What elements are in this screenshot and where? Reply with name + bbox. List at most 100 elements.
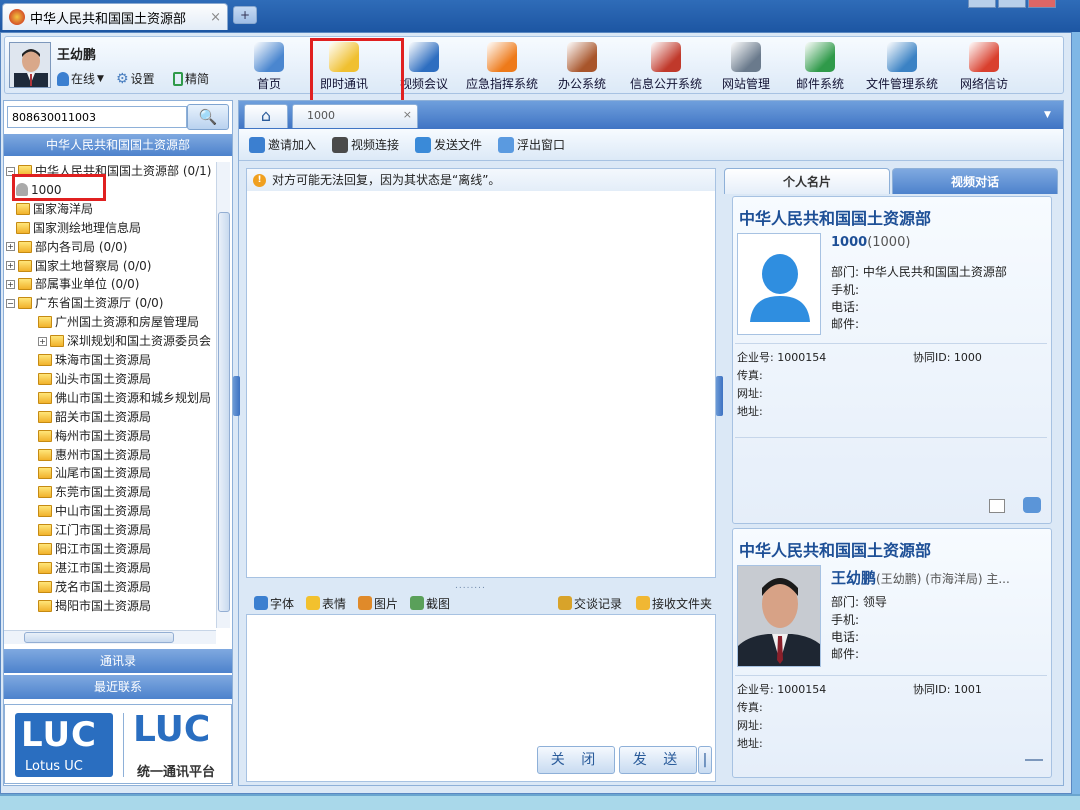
tree-node-label: 惠州市国土资源局 [55,447,152,462]
toolbar-button-2[interactable]: 视频会议 [400,40,448,92]
self-card-phone: 电话: [831,630,860,644]
card-name: 1000 [831,235,868,250]
folder-icon [38,599,52,612]
browser-tab[interactable]: 中华人民共和国国土资源部 × [2,3,228,30]
toolbar-button-1[interactable]: 即时通讯 [320,40,368,92]
maximize-button[interactable] [998,0,1026,8]
tree-contact[interactable]: 1000 [16,181,62,199]
expand-icon[interactable]: + [38,336,47,346]
font-tool-button[interactable]: 字体 [254,595,294,612]
screenshot-tool-button[interactable]: 截图 [410,595,450,612]
tree-folder[interactable]: + 部属事业单位 (0/0) [6,275,140,293]
search-button[interactable]: 🔍 [187,104,229,130]
history-tool-button[interactable]: 交谈记录 [557,595,622,612]
collapse-icon[interactable]: − [6,166,15,176]
tree-folder[interactable]: + 深圳规划和国土资源委员会 [38,332,211,350]
tree-folder[interactable]: − 广东省国土资源厅 (0/0) [6,294,164,312]
tree-folder[interactable]: 揭阳市国土资源局 [38,597,151,615]
tree-folder[interactable]: 中山市国土资源局 [38,502,151,520]
chevron-down-icon: ▼ [97,73,104,84]
close-window-button[interactable] [1028,0,1056,8]
toolbar-button-6[interactable]: 网站管理 [722,40,770,92]
left-collapse-handle[interactable] [233,376,240,416]
tree-folder[interactable]: 东莞市国土资源局 [38,483,151,501]
folder-icon [18,297,32,310]
website-icon [731,42,761,72]
splitter-handle[interactable]: ........ [455,581,486,591]
action-video-connect-button[interactable]: 视频连接 [332,136,399,153]
folder-icon [38,524,52,537]
tab-menu-chevron-icon[interactable]: ▼ [1044,110,1051,120]
toolbar-button-5[interactable]: 信息公开系统 [630,40,702,92]
edit-icon[interactable] [989,499,1005,513]
toolbar-button-7[interactable]: 邮件系统 [796,40,844,92]
tree-node-label: 中华人民共和国国土资源部 (0/1) [35,164,212,178]
scroll-thumb[interactable] [218,212,230,612]
tree-vertical-scrollbar[interactable] [216,162,230,628]
action-invite-button[interactable]: 邀请加入 [249,136,316,153]
tree-folder[interactable]: 佛山市国土资源和城乡规划局 [38,389,211,407]
toolbar-button-0[interactable]: 首页 [254,40,284,92]
expand-icon[interactable]: + [6,242,15,252]
scroll-thumb[interactable] [24,632,174,643]
tree-node-label: 江门市国土资源局 [55,523,152,538]
tree-folder[interactable]: 惠州市国土资源局 [38,446,151,464]
action-popout-window-button[interactable]: 浮出窗口 [498,136,565,153]
send-options-button[interactable]: | [698,746,712,774]
right-collapse-handle[interactable] [716,376,723,416]
expand-icon[interactable]: + [6,261,15,270]
tree-folder[interactable]: 阳江市国土资源局 [38,540,151,558]
toolbar-button-3[interactable]: 应急指挥系统 [466,40,538,92]
tree-folder[interactable]: 梅州市国土资源局 [38,427,151,445]
tree-folder[interactable]: 国家海洋局 [16,200,93,218]
contacts-sync-icon[interactable] [1023,497,1041,513]
font-icon [254,596,268,610]
user-avatar[interactable] [9,42,51,88]
collapse-icon[interactable]: − [6,298,15,308]
emoji-tool-button[interactable]: 表情 [306,595,346,612]
close-chat-button[interactable]: 关 闭 [537,746,615,774]
mail-globe-icon [805,42,835,72]
message-history[interactable] [246,168,716,578]
tree-folder[interactable]: + 部内各司局 (0/0) [6,238,128,256]
tree-folder[interactable]: 汕头市国土资源局 [38,370,151,388]
card-divider [735,437,1047,438]
search-input[interactable] [7,106,187,128]
minimize-button[interactable] [968,0,996,8]
tree-folder[interactable]: 珠海市国土资源局 [38,351,151,369]
close-tab-icon[interactable]: × [210,10,221,25]
collapse-card-icon[interactable] [1025,759,1043,761]
tree-folder[interactable]: 国家测绘地理信息局 [16,219,141,237]
send-file-icon [415,136,432,153]
tree-folder[interactable]: 湛江市国土资源局 [38,559,151,577]
close-icon[interactable]: × [403,108,412,121]
tab-video-chat[interactable]: 视频对话 [892,168,1058,194]
receive-folder-tool-button[interactable]: 接收文件夹 [635,595,712,612]
action-send-file-button[interactable]: 发送文件 [415,136,482,153]
expand-icon[interactable]: + [6,279,15,289]
user-icon [16,183,28,197]
tree-folder[interactable]: 茂名市国土资源局 [38,578,151,596]
toolbar-button-8[interactable]: 文件管理系统 [866,40,938,92]
tree-folder[interactable]: 韶关市国土资源局 [38,408,151,426]
contacts-tab[interactable]: 通讯录 [4,649,232,673]
tree-folder[interactable]: + 国家土地督察局 (0/0) [6,257,152,275]
toolbar-button-9[interactable]: 网络信访 [960,40,1008,92]
recent-contacts-tab[interactable]: 最近联系 [4,675,232,699]
toolbar-button-4[interactable]: 办公系统 [558,40,606,92]
tree-folder[interactable]: 汕尾市国土资源局 [38,464,151,482]
tree-horizontal-scrollbar[interactable] [4,630,216,644]
settings-button[interactable]: ⚙ 设置 [116,70,155,87]
tab-personal-card[interactable]: 个人名片 [724,168,890,194]
status-selector[interactable]: 在线 ▼ [57,70,104,87]
compact-mode-button[interactable]: 精简 [173,70,209,87]
org-tree[interactable]: − 中华人民共和国国土资源部 (0/1) 1000 国家海洋局 国家测绘地理信息局 + 部内… [4,160,216,630]
tree-folder[interactable]: 广州国土资源和房屋管理局 [38,313,199,331]
chat-tab[interactable]: 1000 × [292,104,418,128]
tree-folder[interactable]: 江门市国土资源局 [38,521,151,539]
new-tab-button[interactable]: + [233,6,257,24]
send-button[interactable]: 发 送 [619,746,697,774]
tree-folder[interactable]: − 中华人民共和国国土资源部 (0/1) [6,162,212,180]
home-tab[interactable]: ⌂ [244,104,288,128]
image-tool-button[interactable]: 图片 [358,595,398,612]
